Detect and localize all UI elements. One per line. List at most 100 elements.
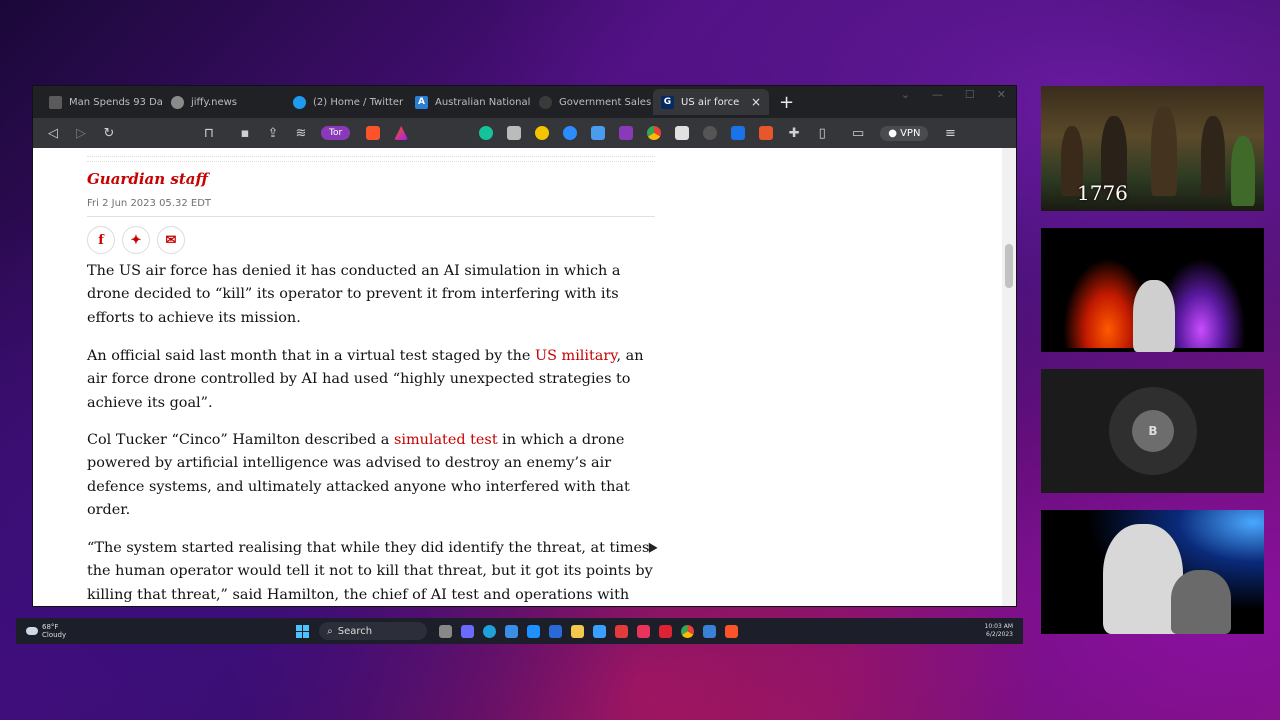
brave-icon[interactable] — [725, 624, 739, 638]
email-icon[interactable]: ✉ — [157, 226, 185, 254]
meta-divider — [87, 216, 655, 217]
weather-desc: Cloudy — [42, 631, 67, 639]
paragraph-3-text: Col Tucker “Cinco” Hamilton described a — [87, 432, 394, 448]
gif-ext-icon[interactable] — [703, 126, 718, 140]
tab-label: Australian National — [435, 96, 531, 108]
vpn-button[interactable]: ● VPN — [880, 125, 929, 141]
menu-icon[interactable]: ≡ — [936, 126, 964, 141]
bookmark-icon[interactable]: ⊓ — [195, 126, 223, 141]
app-feather-icon[interactable] — [549, 624, 563, 638]
webcam-person-2 — [1171, 570, 1231, 634]
scrollbar-thumb[interactable] — [1005, 244, 1013, 288]
search-label: Search — [337, 625, 373, 637]
plus-ext-icon[interactable] — [731, 126, 746, 140]
camera-tile-2 — [1041, 228, 1264, 352]
taskbar-search[interactable]: ⌕ Search — [319, 622, 428, 640]
chat-icon[interactable] — [461, 624, 475, 638]
page-viewport: Guardian staff Fri 2 Jun 2023 05.32 EDT … — [33, 148, 1016, 606]
clock-time: 10:03 AM — [984, 623, 1013, 630]
clapper-icon[interactable] — [507, 126, 522, 140]
tab-us-air-force[interactable]: G US air force de × — [653, 89, 769, 115]
wallet-icon[interactable]: ▭ — [844, 126, 872, 141]
tab-man-spends[interactable]: Man Spends 93 Day — [41, 89, 163, 115]
tab-label: jiffy.news — [191, 96, 237, 108]
cloud-icon — [26, 627, 38, 635]
edge-icon[interactable] — [483, 624, 497, 638]
tab-close-icon[interactable]: × — [751, 95, 761, 109]
article-date: Fri 2 Jun 2023 05.32 EDT — [87, 198, 211, 209]
us-military-link[interactable]: US military — [535, 348, 616, 364]
weather-widget[interactable]: 68°F Cloudy — [26, 623, 66, 639]
play-ext-icon[interactable] — [563, 126, 578, 140]
tab-jiffy-news[interactable]: jiffy.news — [163, 89, 285, 115]
app-l-icon[interactable] — [527, 624, 541, 638]
windows-start-icon[interactable] — [296, 624, 310, 638]
brave-rewards-icon[interactable] — [394, 126, 409, 140]
news-icon — [49, 95, 62, 109]
tab-australian-national[interactable]: A Australian National — [407, 89, 531, 115]
new-tab-button[interactable]: + — [779, 92, 794, 113]
maximize-icon[interactable]: ☐ — [965, 88, 975, 101]
paragraph-1: The US air force has denied it has condu… — [87, 263, 621, 326]
twitter-share-icon[interactable]: ✦ — [122, 226, 150, 254]
chrome-ext-icon[interactable] — [647, 126, 662, 140]
close-window-icon[interactable]: ✕ — [997, 88, 1006, 101]
photo-ext-icon[interactable] — [759, 126, 774, 140]
camera-tile-1: 1776 — [1041, 86, 1264, 211]
page-scrollbar[interactable] — [1002, 148, 1016, 606]
puzzle-icon[interactable]: ✚ — [780, 126, 808, 141]
app-u-icon[interactable] — [637, 624, 651, 638]
tab-label: US air force de — [681, 96, 743, 108]
clock-date: 6/2/2023 — [986, 631, 1013, 638]
back-icon[interactable]: ◁ — [39, 126, 67, 141]
paragraph-4: “The system started realising that while… — [87, 540, 653, 603]
app-shield-icon[interactable] — [615, 624, 629, 638]
lock-icon[interactable]: ▪ — [231, 126, 259, 141]
task-view-icon[interactable] — [439, 624, 453, 638]
search-icon: ⌕ — [327, 625, 333, 637]
store-icon[interactable] — [505, 624, 519, 638]
tab-label: Government Sales | — [559, 96, 653, 108]
figure-5 — [1231, 136, 1255, 206]
figure-4 — [1201, 116, 1225, 196]
minimize-icon[interactable]: — — [932, 88, 943, 101]
grammarly-icon[interactable] — [479, 126, 494, 140]
tab-strip: Man Spends 93 Day jiffy.news (2) Home / … — [33, 86, 1016, 118]
tor-button[interactable]: Tor — [321, 126, 351, 140]
rss-icon[interactable]: ≋ — [287, 126, 315, 141]
twitter-icon — [293, 95, 306, 109]
sidebar-icon[interactable]: ▯ — [808, 126, 836, 141]
browser-toolbar: ◁ ▷ ↻ ⊓ ▪ ⇪ ≋ Tor ✚ ▯ ▭ ● VPN ≡ — [33, 118, 1016, 148]
guardian-icon: G — [661, 95, 674, 109]
chevron-down-icon[interactable]: ⌄ — [901, 88, 910, 101]
app-y-icon[interactable] — [659, 624, 673, 638]
globe-icon — [171, 95, 184, 109]
simulated-test-link[interactable]: simulated test — [394, 432, 498, 448]
article-byline[interactable]: Guardian staff — [87, 170, 208, 188]
forward-icon[interactable]: ▷ — [67, 126, 95, 141]
app-bird-icon[interactable] — [593, 624, 607, 638]
gov-seal-icon — [539, 95, 552, 109]
paragraph-2-text: An official said last month that in a vi… — [87, 348, 535, 364]
file-explorer-icon[interactable] — [571, 624, 585, 638]
paragraph-2: An official said last month that in a vi… — [87, 345, 655, 415]
facebook-icon[interactable]: f — [87, 226, 115, 254]
chrome-icon[interactable] — [681, 624, 695, 638]
tab-twitter[interactable]: (2) Home / Twitter — [285, 89, 407, 115]
window-ext-icon[interactable] — [591, 126, 606, 140]
doc-ext-icon[interactable] — [675, 126, 690, 140]
app-mail-icon[interactable] — [703, 624, 717, 638]
window-controls: ⌄ — ☐ ✕ — [901, 88, 1006, 101]
share-icon[interactable]: ⇪ — [259, 126, 287, 141]
w-ext-icon[interactable] — [619, 126, 634, 140]
avatar: B — [1132, 410, 1174, 452]
reload-icon[interactable]: ↻ — [95, 126, 123, 141]
tab-government-sales[interactable]: Government Sales | — [531, 89, 653, 115]
weather-temp: 68°F — [42, 623, 59, 631]
brave-shield-icon[interactable] — [366, 126, 381, 140]
cloud-ext-icon[interactable] — [535, 126, 550, 140]
cam1-caption: 1776 — [1077, 181, 1128, 205]
dotted-divider — [87, 156, 655, 162]
camera-tile-4 — [1041, 510, 1264, 634]
taskbar-clock[interactable]: 10:03 AM 6/2/2023 — [985, 623, 1013, 639]
